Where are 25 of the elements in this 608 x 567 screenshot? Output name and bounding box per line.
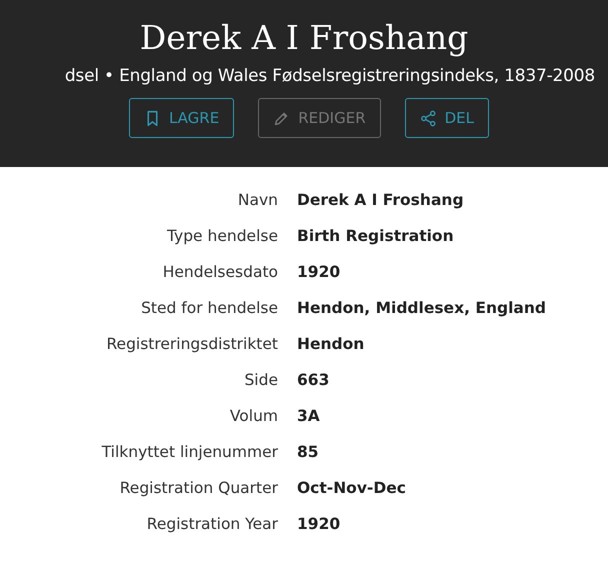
field-label: Registration Year	[146, 514, 278, 536]
field-value: Hendon	[297, 334, 364, 356]
field-value: 663	[297, 370, 330, 392]
share-button[interactable]: DEL	[404, 98, 490, 138]
collection-subtitle: dsel • England og Wales Fødselsregistreringsindeks, 1837-2008	[64, 65, 596, 88]
field-value: Hendon, Middlesex, England	[297, 298, 546, 320]
field-value: 85	[297, 442, 319, 464]
field-value: Derek A I Froshang	[297, 190, 464, 212]
field-value: Oct-Nov-Dec	[297, 478, 406, 500]
field-value: Birth Registration	[297, 226, 454, 248]
field-label: Volum	[228, 406, 278, 428]
record-title: Derek A I Froshang	[138, 18, 470, 58]
field-label: Tilknyttet linjenummer	[100, 442, 278, 464]
field-label: Side	[243, 370, 278, 392]
field-value: 1920	[297, 514, 340, 536]
field-label: Sted for hendelse	[140, 298, 278, 320]
save-button[interactable]: LAGRE	[128, 98, 234, 138]
field-label: Hendelsesdato	[162, 262, 278, 284]
field-value: 3A	[297, 406, 320, 428]
field-value: 1920	[297, 262, 340, 284]
field-label: Type hendelse	[166, 226, 278, 248]
share-icon	[420, 110, 437, 126]
field-label: Navn	[236, 190, 278, 212]
field-label: Registreringsdistriktet	[105, 334, 278, 356]
field-label: Registration Quarter	[118, 478, 278, 500]
